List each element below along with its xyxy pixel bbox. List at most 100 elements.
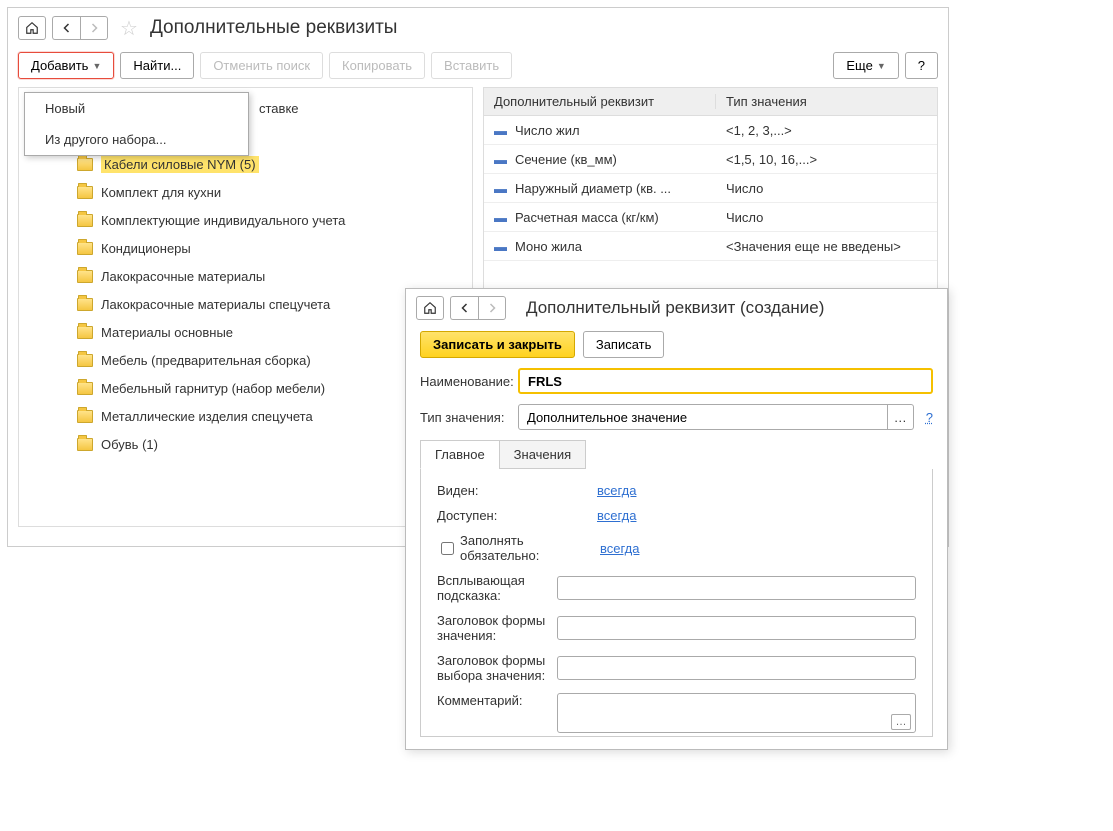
available-link[interactable]: всегда bbox=[597, 508, 636, 523]
add-button[interactable]: Добавить ▼ bbox=[18, 52, 114, 79]
add-button-label: Добавить bbox=[31, 58, 88, 73]
tree-item-label: ставке bbox=[259, 101, 299, 116]
tree-item[interactable]: Комплект для кухни bbox=[19, 178, 472, 206]
folder-icon bbox=[77, 326, 93, 339]
more-button-label: Еще bbox=[846, 58, 872, 73]
tree-item[interactable]: Кондиционеры bbox=[19, 234, 472, 262]
tree-item-label: Мебельный гарнитур (набор мебели) bbox=[101, 381, 325, 396]
find-button[interactable]: Найти... bbox=[120, 52, 194, 79]
attr-type: <1, 2, 3,...> bbox=[716, 123, 937, 138]
attr-icon: ▬ bbox=[494, 123, 507, 138]
tab-main[interactable]: Главное bbox=[420, 440, 500, 469]
attribute-row[interactable]: ▬Моно жила <Значения еще не введены> bbox=[484, 232, 937, 261]
attribute-row[interactable]: ▬ Наружный диаметр (кв. ... Число bbox=[484, 174, 937, 203]
forward-button[interactable] bbox=[478, 296, 506, 320]
add-dropdown-menu: Новый Из другого набора... bbox=[24, 92, 249, 156]
value-choice-title-label: Заголовок формы выбора значения: bbox=[437, 653, 557, 683]
tree-item-label: Кондиционеры bbox=[101, 241, 191, 256]
page-title: Дополнительные реквизиты bbox=[150, 17, 398, 39]
tree-item-label: Лакокрасочные материалы bbox=[101, 269, 265, 284]
tree-item-label: Комплект для кухни bbox=[101, 185, 221, 200]
folder-icon bbox=[77, 438, 93, 451]
attribute-row[interactable]: ▬ Число жил <1, 2, 3,...> bbox=[484, 116, 937, 145]
help-icon[interactable]: ? bbox=[926, 410, 933, 425]
tooltip-label: Всплывающая подсказка: bbox=[437, 573, 557, 603]
create-topbar: Дополнительный реквизит (создание) bbox=[406, 289, 947, 327]
name-input[interactable] bbox=[518, 368, 933, 394]
tree-item-label: Материалы основные bbox=[101, 325, 233, 340]
cancel-search-button: Отменить поиск bbox=[200, 52, 323, 79]
folder-icon bbox=[77, 382, 93, 395]
folder-icon bbox=[77, 242, 93, 255]
attribute-row[interactable]: ▬ Сечение (кв_мм) <1,5, 10, 16,...> bbox=[484, 145, 937, 174]
attr-type: Число bbox=[716, 210, 937, 225]
create-toolbar: Записать и закрыть Записать bbox=[406, 327, 947, 368]
tabs: Главное Значения bbox=[420, 440, 933, 469]
tree-item[interactable]: Лакокрасочные материалы bbox=[19, 262, 472, 290]
fill-required-checkbox[interactable] bbox=[441, 542, 454, 555]
expand-button[interactable]: … bbox=[891, 714, 911, 730]
create-attribute-window: Дополнительный реквизит (создание) Запис… bbox=[405, 288, 948, 750]
tree-item-label: Мебель (предварительная сборка) bbox=[101, 353, 311, 368]
create-form: Наименование: Тип значения: … ? bbox=[406, 368, 947, 430]
folder-icon bbox=[77, 270, 93, 283]
attr-name: Число жил bbox=[515, 123, 580, 138]
attr-name: Сечение (кв_мм) bbox=[515, 152, 617, 167]
attr-icon: ▬ bbox=[494, 152, 507, 167]
create-window-title: Дополнительный реквизит (создание) bbox=[526, 298, 824, 318]
save-close-button[interactable]: Записать и закрыть bbox=[420, 331, 575, 358]
value-choice-title-input[interactable] bbox=[557, 656, 916, 680]
tree-item-label: Обувь (1) bbox=[101, 437, 158, 452]
tree-item-label: Кабели силовые NYM (5) bbox=[101, 156, 259, 173]
attr-icon: ▬ bbox=[494, 239, 507, 254]
home-button[interactable] bbox=[18, 16, 46, 40]
paste-button: Вставить bbox=[431, 52, 512, 79]
attr-name: Расчетная масса (кг/км) bbox=[515, 210, 659, 225]
visible-label: Виден: bbox=[437, 483, 597, 498]
nav-group bbox=[52, 16, 108, 40]
help-button[interactable]: ? bbox=[905, 52, 938, 79]
fill-required-label: Заполнять обязательно: bbox=[460, 533, 600, 563]
main-toolbar: Добавить ▼ Найти... Отменить поиск Копир… bbox=[8, 48, 948, 87]
tooltip-input[interactable] bbox=[557, 576, 916, 600]
folder-icon bbox=[77, 298, 93, 311]
tree-item[interactable]: Комплектующие индивидуального учета bbox=[19, 206, 472, 234]
copy-button: Копировать bbox=[329, 52, 425, 79]
more-button[interactable]: Еще ▼ bbox=[833, 52, 898, 79]
favorite-star-icon[interactable]: ☆ bbox=[120, 16, 138, 41]
visible-link[interactable]: всегда bbox=[597, 483, 636, 498]
folder-icon bbox=[77, 354, 93, 367]
value-form-title-label: Заголовок формы значения: bbox=[437, 613, 557, 643]
save-button[interactable]: Записать bbox=[583, 331, 665, 358]
comment-textarea[interactable]: … bbox=[557, 693, 916, 733]
value-form-title-input[interactable] bbox=[557, 616, 916, 640]
back-button[interactable] bbox=[52, 16, 80, 40]
folder-icon bbox=[77, 410, 93, 423]
attr-name: Наружный диаметр (кв. ... bbox=[515, 181, 671, 196]
available-label: Доступен: bbox=[437, 508, 597, 523]
attributes-header: Дополнительный реквизит Тип значения bbox=[484, 88, 937, 116]
menu-item-new[interactable]: Новый bbox=[25, 93, 248, 124]
folder-icon bbox=[77, 158, 93, 171]
attr-type: <Значения еще не введены> bbox=[716, 239, 937, 254]
nav-group bbox=[450, 296, 506, 320]
attribute-row[interactable]: ▬Расчетная масса (кг/км) Число bbox=[484, 203, 937, 232]
tree-item-label: Металлические изделия спецучета bbox=[101, 409, 313, 424]
name-label: Наименование: bbox=[420, 374, 510, 389]
comment-label: Комментарий: bbox=[437, 693, 557, 708]
topbar: ☆ Дополнительные реквизиты bbox=[8, 8, 948, 48]
tab-values[interactable]: Значения bbox=[499, 440, 586, 469]
type-select-button[interactable]: … bbox=[888, 404, 914, 430]
fill-required-link[interactable]: всегда bbox=[600, 541, 639, 556]
forward-button[interactable] bbox=[80, 16, 108, 40]
menu-item-from-other[interactable]: Из другого набора... bbox=[25, 124, 248, 155]
attr-type: Число bbox=[716, 181, 937, 196]
folder-icon bbox=[77, 214, 93, 227]
tree-item-label: Комплектующие индивидуального учета bbox=[101, 213, 345, 228]
attr-type: <1,5, 10, 16,...> bbox=[716, 152, 937, 167]
attr-icon: ▬ bbox=[494, 181, 507, 196]
tree-item-label: Лакокрасочные материалы спецучета bbox=[101, 297, 330, 312]
back-button[interactable] bbox=[450, 296, 478, 320]
type-input[interactable] bbox=[518, 404, 888, 430]
home-button[interactable] bbox=[416, 296, 444, 320]
